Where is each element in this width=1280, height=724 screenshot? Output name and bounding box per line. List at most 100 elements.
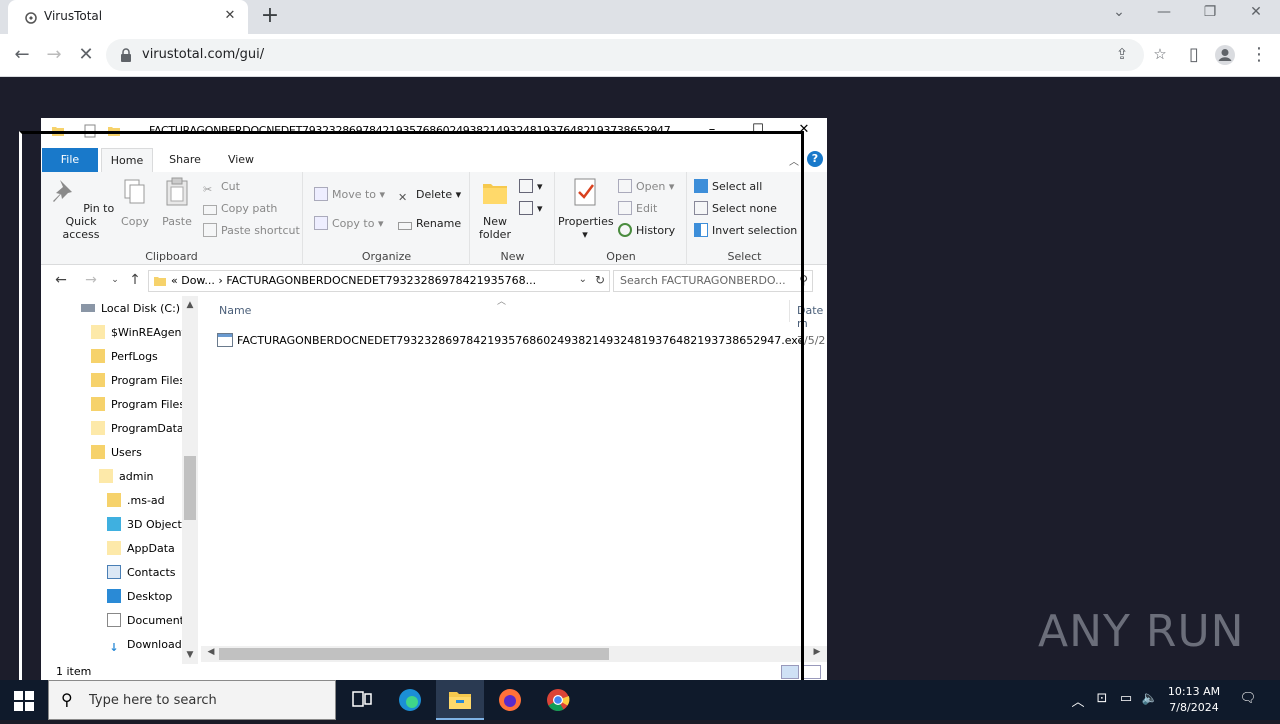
copy-to-label: Copy to <box>332 217 375 230</box>
scroll-left-arrow-icon[interactable]: ◀ <box>203 647 219 657</box>
rename-button[interactable]: Rename <box>398 215 461 233</box>
nav-item-downloads[interactable]: ↓ Downloads <box>107 634 187 656</box>
tab-search-icon[interactable]: ⌄ <box>1107 4 1131 20</box>
nav-item-admin[interactable]: admin <box>99 466 153 488</box>
select-none-button[interactable]: Select none <box>694 200 777 218</box>
nav-item-appdata[interactable]: AppData <box>107 538 175 560</box>
nav-item-programdata[interactable]: ProgramData <box>91 418 184 440</box>
new-tab-button[interactable]: + <box>258 5 282 27</box>
h-scroll-thumb[interactable] <box>219 648 609 660</box>
chrome-taskbar-button[interactable] <box>534 680 582 720</box>
up-arrow-icon[interactable]: ↑ <box>125 272 145 288</box>
explorer-maximize-button[interactable]: ☐ <box>743 122 773 137</box>
file-list-hscrollbar[interactable]: ◀ ▶ <box>201 646 827 662</box>
firefox-taskbar-button[interactable] <box>486 680 534 720</box>
taskbar-search-box[interactable]: ⚲ Type here to search <box>48 680 336 720</box>
invert-selection-button[interactable]: Invert selection <box>694 222 797 240</box>
nav-item-desktop[interactable]: Desktop <box>107 586 172 608</box>
volume-icon[interactable]: 🔈 <box>1140 691 1160 706</box>
nav-item-ms-ad[interactable]: .ms-ad <box>107 490 165 512</box>
documents-icon <box>107 613 121 627</box>
history-button[interactable]: History <box>618 222 675 240</box>
nav-item-program-files[interactable]: Program Files <box>91 370 185 392</box>
bookmark-star-icon[interactable]: ☆ <box>1149 45 1171 63</box>
new-folder-quick-icon[interactable] <box>107 124 121 138</box>
file-explorer-taskbar-button[interactable] <box>436 680 484 720</box>
meet-now-icon[interactable]: ⊡ <box>1092 691 1112 706</box>
back-arrow-icon[interactable]: ← <box>51 272 71 288</box>
close-window-button[interactable]: ✕ <box>1244 4 1268 20</box>
move-to-button[interactable]: Move to ▾ <box>314 186 385 204</box>
scroll-down-arrow-icon[interactable]: ▼ <box>182 650 198 660</box>
file-row[interactable]: FACTURAGONBERDOCNEDET7932328697842193576… <box>217 332 804 350</box>
nav-item-program-files-x86[interactable]: Program Files <box>91 394 185 416</box>
notifications-icon[interactable]: 🗨 <box>1238 691 1258 706</box>
new-folder-button[interactable]: New folder <box>475 176 515 241</box>
taskbar-clock[interactable]: 10:13 AM 7/8/2024 <box>1162 684 1226 716</box>
delete-button[interactable]: ✕ Delete ▾ <box>398 186 461 204</box>
details-view-icon[interactable] <box>781 665 799 679</box>
explorer-search-input[interactable]: Search FACTURAGONBERDO... ⚲ <box>613 270 813 292</box>
minimize-button[interactable]: — <box>1152 4 1176 20</box>
scroll-up-arrow-icon[interactable]: ▲ <box>182 300 198 310</box>
column-header-date[interactable]: Date m <box>797 304 827 330</box>
column-divider[interactable] <box>789 300 790 322</box>
paste-shortcut-button[interactable]: Paste shortcut <box>203 222 300 240</box>
column-header-name[interactable]: Name <box>219 304 251 317</box>
forward-button[interactable]: → <box>41 43 67 67</box>
properties-button[interactable]: Properties ▾ <box>558 176 614 241</box>
paste-button[interactable]: Paste <box>157 176 197 228</box>
nav-item-perflogs[interactable]: PerfLogs <box>91 346 158 368</box>
share-icon[interactable]: ⇪ <box>1111 45 1133 63</box>
folder-icon <box>91 349 105 363</box>
nav-item-contacts[interactable]: Contacts <box>107 562 176 584</box>
explorer-address-input[interactable]: « Dow... › FACTURAGONBERDOCNEDET79323286… <box>148 270 610 292</box>
tab-file[interactable]: File <box>42 148 98 172</box>
copy-button[interactable]: Copy <box>117 176 153 228</box>
select-all-button[interactable]: Select all <box>694 178 762 196</box>
easy-access-button[interactable]: ▾ <box>519 200 543 218</box>
large-icons-view-icon[interactable] <box>803 665 821 679</box>
show-hidden-icons-icon[interactable]: ︿ <box>1068 691 1088 710</box>
cut-button[interactable]: ✂ Cut <box>203 178 240 196</box>
back-button[interactable]: ← <box>9 43 35 67</box>
tab-view[interactable]: View <box>215 148 267 172</box>
explorer-minimize-button[interactable]: – <box>697 122 727 137</box>
copy-path-button[interactable]: Copy path <box>203 200 277 218</box>
pin-quick-access-button[interactable]: Pin to Quick access <box>47 176 115 241</box>
help-icon[interactable]: ? <box>807 151 823 167</box>
tab-virustotal[interactable]: VirusTotal ✕ <box>8 0 248 34</box>
address-dropdown-icon[interactable]: ⌄ <box>579 274 587 285</box>
refresh-icon[interactable]: ↻ <box>595 273 605 287</box>
copy-to-button[interactable]: Copy to ▾ <box>314 215 383 233</box>
nav-item-users[interactable]: Users <box>91 442 142 464</box>
restore-button[interactable]: ❐ <box>1198 4 1222 20</box>
scroll-right-arrow-icon[interactable]: ▶ <box>809 647 825 657</box>
open-button[interactable]: Open ▾ <box>618 178 674 196</box>
chrome-menu-icon[interactable]: ⋮ <box>1246 43 1272 67</box>
properties-quick-icon[interactable] <box>83 124 97 138</box>
collapse-ribbon-icon[interactable]: ︿ <box>789 153 799 168</box>
side-panel-icon[interactable]: ▯ <box>1181 43 1207 67</box>
tab-share[interactable]: Share <box>159 148 211 172</box>
windows-start-icon[interactable] <box>14 691 34 711</box>
task-view-button[interactable] <box>338 680 386 720</box>
edit-button[interactable]: Edit <box>618 200 657 218</box>
nav-item-3d-objects[interactable]: 3D Objects <box>107 514 188 536</box>
address-bar[interactable]: virustotal.com/gui/ ⇪ ☆ <box>106 39 1167 71</box>
nav-item-winreagent[interactable]: $WinREAgent <box>91 322 186 344</box>
tab-home[interactable]: Home <box>101 148 153 172</box>
recent-locations-icon[interactable]: ⌄ <box>105 275 125 285</box>
new-item-button[interactable]: ▾ <box>519 178 543 196</box>
nav-item-local-disk[interactable]: Local Disk (C:) <box>81 298 180 320</box>
close-tab-icon[interactable]: ✕ <box>222 8 238 23</box>
explorer-close-button[interactable]: ✕ <box>789 122 819 137</box>
edge-taskbar-button[interactable] <box>386 680 434 720</box>
forward-arrow-icon[interactable]: → <box>81 272 101 288</box>
nav-scroll-thumb[interactable] <box>184 456 196 520</box>
nav-pane-scrollbar[interactable]: ▲ ▼ <box>182 296 198 664</box>
network-icon[interactable]: ▭ <box>1116 691 1136 706</box>
stop-loading-button[interactable]: ✕ <box>73 43 99 67</box>
profile-avatar[interactable] <box>1212 43 1238 67</box>
nav-item-documents[interactable]: Documents <box>107 610 190 632</box>
